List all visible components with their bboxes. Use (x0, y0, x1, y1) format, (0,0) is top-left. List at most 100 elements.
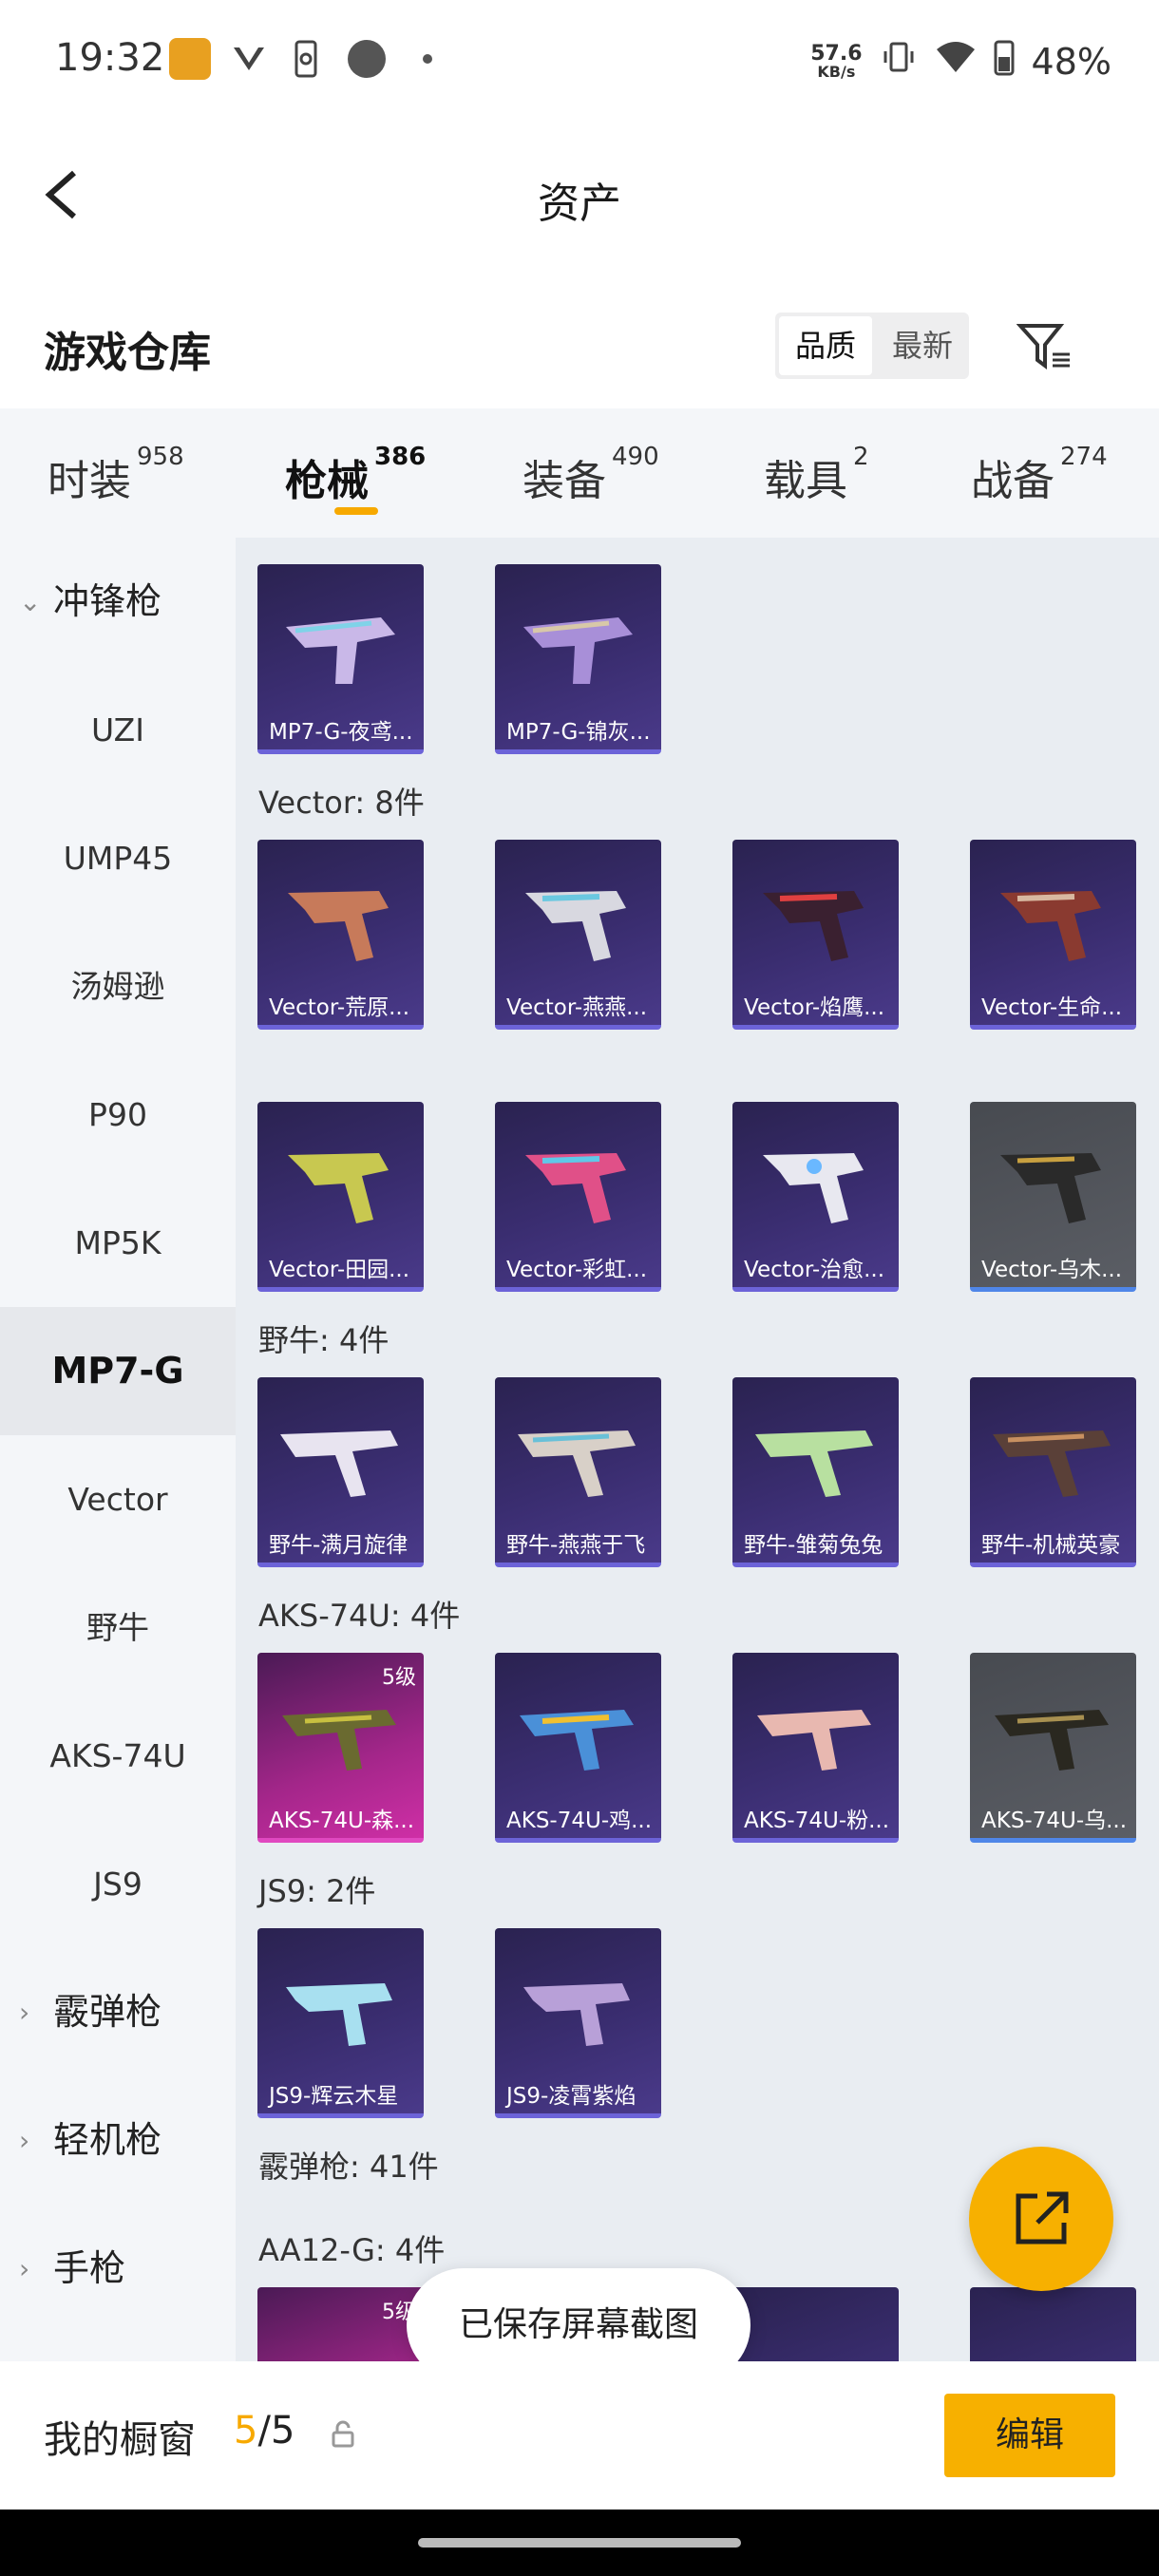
group-label: JS9: 2件 (258, 1873, 376, 1909)
gun-vector-icon (288, 891, 389, 961)
item-card[interactable]: AKS-74U-鸡... (495, 1653, 661, 1843)
item-card[interactable] (732, 2287, 899, 2361)
item-name: 野牛-雏菊兔兔 (744, 1533, 884, 1558)
notification-v-icon (230, 38, 268, 80)
sort-latest-button[interactable]: 最新 (876, 313, 969, 379)
tab-guns[interactable]: 枪械 386 (285, 443, 427, 507)
wifi-icon (935, 38, 977, 85)
tab-label: 装备 (522, 457, 606, 505)
item-card[interactable]: Vector-生命... (970, 840, 1136, 1030)
item-card[interactable]: JS9-辉云木星 (257, 1928, 424, 2118)
external-link-icon (1016, 2191, 1069, 2245)
item-card[interactable]: AKS-74U-乌... (970, 1653, 1136, 1843)
chevron-right-icon: › (19, 1997, 30, 2028)
network-speed-value: 57.6 (810, 41, 863, 66)
gun-bison-icon (518, 1430, 636, 1497)
sidebar-category-lmg[interactable]: › 轻机枪 (0, 2076, 236, 2205)
item-name: Vector-燕燕... (506, 995, 648, 1020)
item-card[interactable]: Vector-治愈... (732, 1102, 899, 1292)
showcase-count: 5/5 (234, 2409, 294, 2453)
sidebar-item-mp7g[interactable]: MP7-G (0, 1307, 236, 1435)
game-app-icon (169, 38, 211, 80)
sidebar-item-uzi[interactable]: UZI (0, 666, 236, 794)
item-card[interactable]: Vector-田园... (257, 1102, 424, 1292)
gun-aks-icon (282, 1710, 396, 1771)
record-icon (346, 38, 388, 80)
gun-vector-icon (1000, 891, 1101, 961)
section-title: 游戏仓库 (44, 329, 211, 377)
gun-vector-icon (763, 1153, 864, 1223)
item-card[interactable]: 野牛-燕燕于飞 (495, 1377, 661, 1567)
battery-percent: 48% (1031, 40, 1112, 83)
vibrate-icon (880, 38, 918, 85)
item-card[interactable]: 野牛-满月旋律 (257, 1377, 424, 1567)
item-card[interactable]: AKS-74U-粉... (732, 1653, 899, 1843)
tab-count: 490 (612, 443, 659, 471)
sidebar-item-p90[interactable]: P90 (0, 1051, 236, 1179)
chevron-right-icon: › (19, 2125, 30, 2156)
group-label: Vector: 8件 (258, 785, 425, 821)
item-card[interactable]: MP7-G-夜鸢... (257, 564, 424, 754)
sort-quality-button[interactable]: 品质 (779, 316, 872, 375)
item-card[interactable]: 野牛-雏菊兔兔 (732, 1377, 899, 1567)
item-name: Vector-彩虹... (506, 1258, 648, 1282)
sidebar-category-shotgun[interactable]: › 霰弹枪 (0, 1948, 236, 2076)
active-tab-indicator (334, 507, 378, 515)
item-name: AKS-74U-森... (269, 1809, 415, 1833)
filter-icon (1016, 324, 1070, 369)
tab-skins[interactable]: 时装 958 (48, 443, 184, 507)
tab-supplies[interactable]: 战备 274 (971, 443, 1108, 507)
item-card[interactable]: 5级 (257, 2287, 424, 2361)
item-name: Vector-荒原... (269, 995, 410, 1020)
item-card[interactable]: MP7-G-锦灰... (495, 564, 661, 754)
showcase-count-total: 5 (270, 2409, 295, 2453)
showcase-count-separator: / (257, 2409, 271, 2453)
filter-button[interactable] (1016, 311, 1074, 377)
rotate-icon (287, 38, 325, 80)
sidebar-category-pistol[interactable]: › 手枪 (0, 2205, 236, 2333)
sidebar-item-bison[interactable]: 野牛 (0, 1563, 236, 1692)
sidebar-item-vector[interactable]: Vector (0, 1435, 236, 1563)
sidebar-item-ump45[interactable]: UMP45 (0, 794, 236, 922)
section-header: 游戏仓库 品质 最新 (0, 290, 1159, 404)
gun-bison-icon (755, 1430, 873, 1497)
sidebar-category-smg[interactable]: ⌄ 冲锋枪 (0, 538, 236, 666)
item-card[interactable]: Vector-荒原... (257, 840, 424, 1030)
gun-js9-icon (286, 1983, 392, 2046)
edit-button[interactable]: 编辑 (944, 2394, 1115, 2477)
sidebar-item-js9[interactable]: JS9 (0, 1820, 236, 1948)
tab-vehicles[interactable]: 载具 2 (764, 443, 869, 507)
item-card[interactable]: Vector-彩虹... (495, 1102, 661, 1292)
item-card[interactable]: Vector-燕燕... (495, 840, 661, 1030)
item-card[interactable]: Vector-焰鹰... (732, 840, 899, 1030)
tab-count: 2 (853, 443, 869, 471)
dot-icon (422, 38, 433, 80)
sidebar-item-mp5k[interactable]: MP5K (0, 1179, 236, 1307)
item-card[interactable] (970, 2287, 1136, 2361)
item-name: 野牛-燕燕于飞 (506, 1533, 646, 1558)
item-card[interactable]: 野牛-机械英豪 (970, 1377, 1136, 1567)
gun-bison-icon (280, 1430, 398, 1497)
group-label: 霰弹枪: 41件 (258, 2149, 439, 2185)
share-fab-button[interactable] (969, 2147, 1113, 2291)
sidebar-item-thompson[interactable]: 汤姆逊 (0, 922, 236, 1051)
item-name: Vector-乌木... (981, 1258, 1123, 1282)
item-name: JS9-辉云木星 (269, 2084, 399, 2109)
item-card[interactable]: JS9-凌霄紫焰 (495, 1928, 661, 2118)
tab-label: 时装 (48, 457, 131, 505)
group-label: 野牛: 4件 (258, 1322, 390, 1358)
tab-count: 274 (1060, 443, 1108, 471)
tab-count: 386 (374, 443, 427, 471)
item-card[interactable]: Vector-乌木... (970, 1102, 1136, 1292)
battery-icon (994, 38, 1015, 85)
home-gesture-pill[interactable] (418, 2538, 741, 2548)
tab-gear[interactable]: 装备 490 (522, 443, 659, 507)
item-name: AKS-74U-乌... (981, 1809, 1128, 1833)
sidebar-item-label: 霰弹枪 (53, 1991, 162, 2033)
item-name: 野牛-机械英豪 (981, 1533, 1121, 1558)
item-card[interactable]: 5级 AKS-74U-森... (257, 1653, 424, 1843)
status-right: 57.6 KB/s 48% (810, 38, 1112, 85)
sidebar-item-aks74u[interactable]: AKS-74U (0, 1692, 236, 1820)
gun-js9-icon (523, 1983, 630, 2046)
page-title: 资产 (538, 180, 621, 228)
